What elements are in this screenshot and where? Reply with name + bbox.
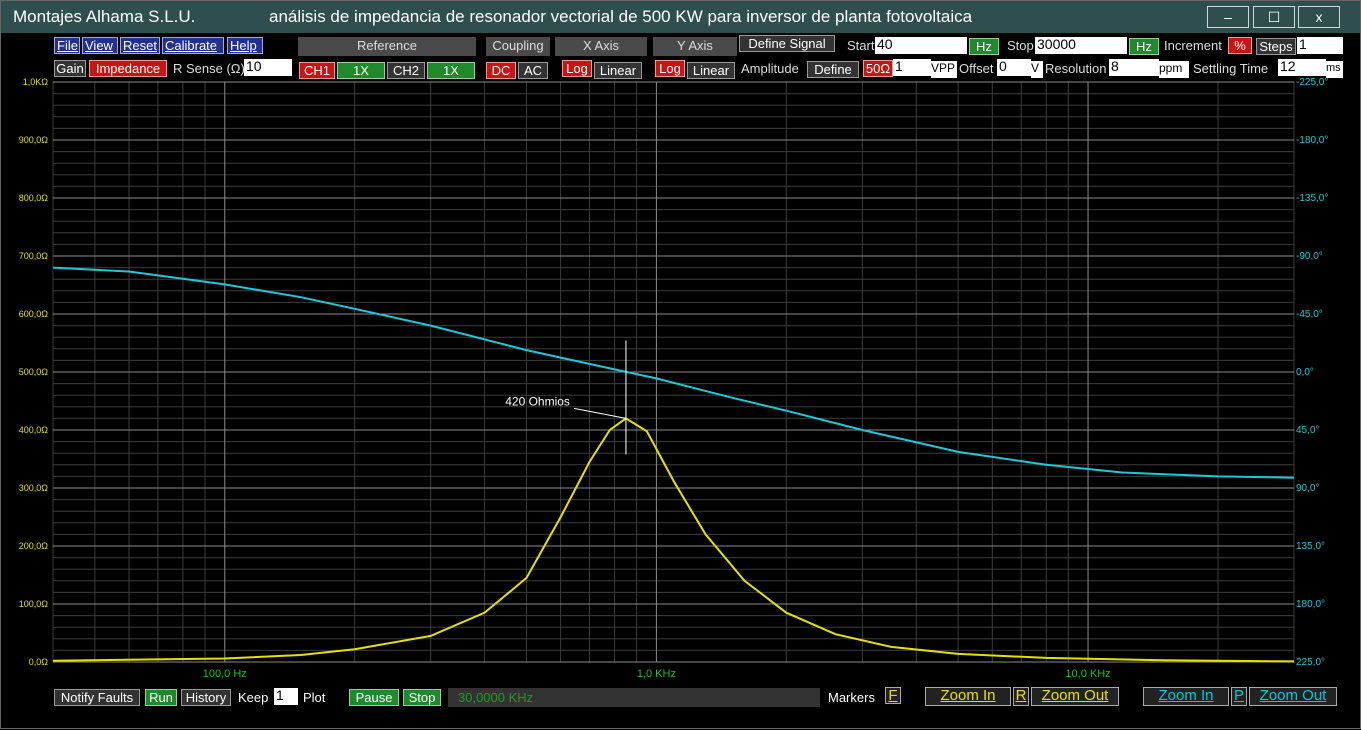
pause-button[interactable]: Pause (349, 689, 399, 706)
plot-label: Plot (303, 690, 326, 705)
app-window: Montajes Alhama S.L.U. análisis de imped… (0, 0, 1361, 729)
y-right-tick-label: -225,0° (1296, 77, 1328, 88)
y-right-tick-label: -135,0° (1296, 193, 1328, 204)
y-left-tick-label: 0,0Ω (29, 657, 49, 667)
zoom-out-left-button[interactable]: Zoom Out (1031, 687, 1119, 706)
x-tick-label: 1,0 KHz (637, 668, 676, 680)
y-left-tick-label: 1,0KΩ (23, 77, 49, 87)
y-left-tick-label: 900,0Ω (19, 135, 49, 145)
y-left-tick-label: 700,0Ω (19, 251, 49, 261)
y-right-tick-label: 180,0° (1296, 599, 1325, 610)
run-button[interactable]: Run (145, 689, 177, 706)
impedance-chart: 0,0Ω 100,0Ω 200,0Ω 300,0Ω 400,0Ω 500,0Ω 600,0Ω… (19, 77, 1329, 680)
y-right-tick-label: -90,0° (1296, 251, 1323, 262)
y-right-tick-label: -45,0° (1296, 309, 1323, 320)
y-left-tick-label: 200,0Ω (19, 541, 49, 551)
y-right-tick-label: 225,0° (1296, 657, 1325, 668)
zoom-in-right-button[interactable]: Zoom In (1143, 687, 1229, 706)
y-right-tick-label: 90,0° (1296, 483, 1319, 494)
markers-label: Markers (828, 690, 875, 705)
notify-faults-button[interactable]: Notify Faults (54, 689, 140, 706)
y-right-tick-label: -180,0° (1296, 135, 1328, 146)
keep-label: Keep (238, 690, 269, 705)
y-left-tick-label: 300,0Ω (19, 483, 49, 493)
y-right-tick-label: 45,0° (1296, 425, 1319, 436)
zoom-p-key[interactable]: P (1231, 687, 1247, 706)
keep-input[interactable]: 1 (274, 688, 298, 705)
stop-button[interactable]: Stop (403, 689, 441, 706)
zoom-out-right-button[interactable]: Zoom Out (1249, 687, 1337, 706)
y-left-tick-label: 800,0Ω (19, 193, 49, 203)
y-left-tick-label: 100,0Ω (19, 599, 49, 609)
x-tick-label: 10,0 KHz (1065, 668, 1110, 680)
y-left-tick-label: 500,0Ω (19, 367, 49, 377)
peak-annotation: 420 Ohmios (505, 394, 570, 408)
y-right-tick-label: 0,0° (1296, 367, 1314, 378)
markers-key[interactable]: F (885, 687, 901, 704)
x-tick-label: 100,0 Hz (203, 668, 247, 680)
zoom-r-key[interactable]: R (1013, 687, 1029, 706)
status-frequency: 30,0000 KHz (448, 688, 820, 707)
y-right-tick-label: 135,0° (1296, 541, 1325, 552)
y-left-tick-label: 400,0Ω (19, 425, 49, 435)
history-button[interactable]: History (181, 689, 231, 706)
zoom-in-left-button[interactable]: Zoom In (925, 687, 1011, 706)
y-left-tick-label: 600,0Ω (19, 309, 49, 319)
